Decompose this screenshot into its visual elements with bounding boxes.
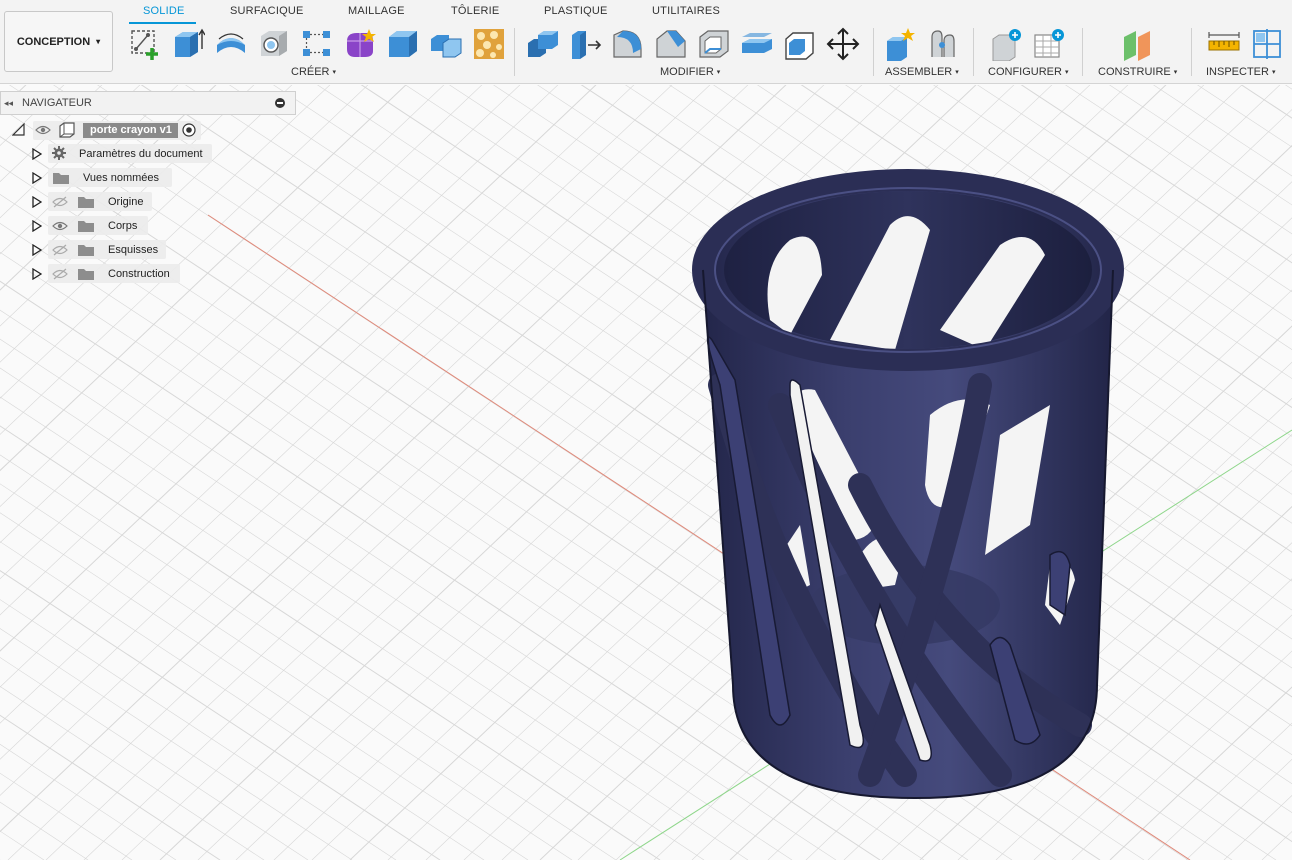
- inspect-group-label[interactable]: INSPECTER ▾: [1206, 66, 1275, 78]
- assemble-group-label[interactable]: ASSEMBLER ▾: [885, 66, 959, 78]
- grid-line: [1240, 85, 1292, 119]
- offset-plane-icon[interactable]: [1120, 26, 1156, 62]
- navigator-header[interactable]: ◂◂ NAVIGATEUR: [0, 91, 296, 115]
- folder-icon: [53, 173, 69, 184]
- eye-hidden-icon[interactable]: [52, 196, 68, 208]
- section-analysis-icon[interactable]: [1249, 26, 1285, 62]
- toolbar-divider: [1191, 28, 1192, 76]
- expand-triangle-icon[interactable]: [32, 148, 42, 160]
- construct-group-label[interactable]: CONSTRUIRE ▾: [1098, 66, 1177, 78]
- 3d-viewport[interactable]: [0, 85, 1292, 860]
- folder-icon: [78, 221, 94, 232]
- configure-group-label[interactable]: CONFIGURER ▾: [988, 66, 1068, 78]
- navigator-item-label: Corps: [108, 220, 138, 232]
- eye-icon[interactable]: [52, 220, 68, 232]
- form-icon[interactable]: [342, 26, 378, 62]
- collapse-icon[interactable]: ◂◂: [4, 98, 18, 109]
- expand-triangle-icon[interactable]: [32, 268, 42, 280]
- chamfer-icon[interactable]: [653, 26, 689, 62]
- folder-icon: [78, 245, 94, 256]
- workspace-label: CONCEPTION: [16, 35, 91, 48]
- lattice-icon[interactable]: [471, 26, 507, 62]
- component-icon: [59, 122, 75, 138]
- workspace-switcher[interactable]: CONCEPTION ▾: [4, 11, 113, 72]
- model-canvas[interactable]: [0, 85, 1292, 860]
- combine-icon[interactable]: [428, 26, 464, 62]
- toolbar-divider: [514, 28, 515, 76]
- tab-sheet-metal[interactable]: TÔLERIE: [451, 5, 499, 17]
- modify-group-label[interactable]: MODIFIER ▾: [660, 66, 720, 78]
- grid-line: [1185, 758, 1292, 860]
- tab-solid[interactable]: SOLIDE: [143, 5, 185, 17]
- tab-plastic[interactable]: PLASTIQUE: [544, 5, 608, 17]
- pin-icon[interactable]: [275, 98, 285, 108]
- toolbar-divider: [973, 28, 974, 76]
- scale-icon[interactable]: [782, 26, 818, 62]
- navigator-item-label: Construction: [108, 268, 170, 280]
- navigator-item-label: Esquisses: [108, 244, 159, 256]
- expand-triangle-icon[interactable]: [32, 220, 42, 232]
- revolve-icon[interactable]: [213, 26, 249, 62]
- folder-icon: [78, 197, 94, 208]
- collapse-triangle-icon[interactable]: [12, 123, 26, 137]
- activate-radio-icon[interactable]: [182, 123, 196, 137]
- draft-icon[interactable]: [739, 26, 775, 62]
- press-pull-icon[interactable]: [525, 26, 561, 62]
- measure-icon[interactable]: [1206, 26, 1242, 62]
- hole-icon[interactable]: [256, 26, 292, 62]
- move-face-icon[interactable]: [567, 26, 603, 62]
- toolbar-divider: [1082, 28, 1083, 76]
- shell-icon[interactable]: [696, 26, 732, 62]
- toolbar: CONCEPTION ▾ SOLIDE SURFACIQUE MAILLAGE …: [0, 0, 1292, 84]
- grid-line: [185, 85, 1292, 814]
- pencil-holder-body[interactable]: [692, 169, 1124, 800]
- navigator-title: NAVIGATEUR: [22, 97, 92, 109]
- toolbar-divider: [873, 28, 874, 76]
- create-sketch-icon[interactable]: [127, 26, 163, 62]
- create-group-label[interactable]: CRÉER ▾: [291, 66, 336, 78]
- root-component-label[interactable]: porte crayon v1: [83, 123, 178, 138]
- fusion-window: CONCEPTION ▾ SOLIDE SURFACIQUE MAILLAGE …: [0, 0, 1292, 860]
- grid-line: [0, 657, 309, 860]
- tab-surface[interactable]: SURFACIQUE: [230, 5, 304, 17]
- navigator-item-label: Vues nommées: [83, 172, 160, 184]
- fillet-icon[interactable]: [610, 26, 646, 62]
- joint-icon[interactable]: [925, 26, 961, 62]
- box-icon[interactable]: [385, 26, 421, 62]
- pattern-icon[interactable]: [299, 26, 335, 62]
- table-icon[interactable]: [1031, 26, 1067, 62]
- extrude-icon[interactable]: [170, 26, 206, 62]
- gear-icon: [52, 146, 66, 160]
- grid-line: [1261, 831, 1292, 860]
- configure-icon[interactable]: [988, 26, 1024, 62]
- navigator-item-label: Paramètres du document: [79, 148, 203, 160]
- new-component-icon[interactable]: [882, 26, 918, 62]
- folder-icon: [78, 269, 94, 280]
- expand-triangle-icon[interactable]: [32, 196, 42, 208]
- grid-line: [1147, 722, 1292, 860]
- eye-hidden-icon[interactable]: [52, 244, 68, 256]
- grid-line: [1223, 794, 1292, 860]
- tab-mesh[interactable]: MAILLAGE: [348, 5, 405, 17]
- eye-icon[interactable]: [35, 124, 51, 136]
- tab-utilities[interactable]: UTILITAIRES: [652, 5, 720, 17]
- expand-triangle-icon[interactable]: [32, 244, 42, 256]
- navigator-item-label: Origine: [108, 196, 144, 208]
- grid-line: [1197, 85, 1292, 148]
- eye-hidden-icon[interactable]: [52, 268, 68, 280]
- grid-line: [1285, 85, 1292, 90]
- active-tab-indicator: [129, 22, 196, 24]
- expand-triangle-icon[interactable]: [32, 172, 42, 184]
- move-copy-icon[interactable]: [825, 26, 861, 62]
- chevron-down-icon: ▾: [96, 37, 101, 46]
- grid-line: [1208, 85, 1292, 860]
